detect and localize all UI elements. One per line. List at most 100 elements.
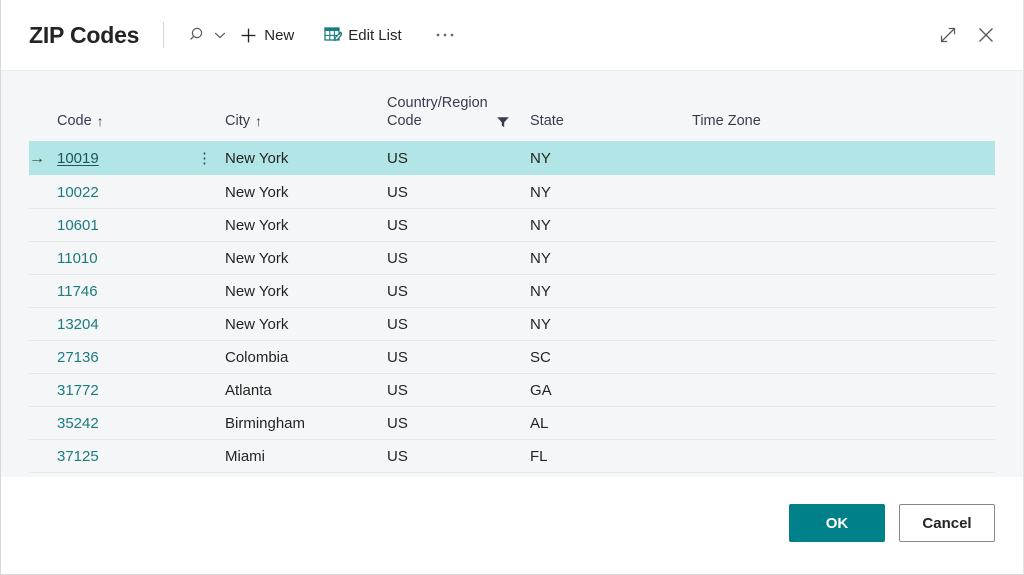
- code-link[interactable]: 13204: [57, 316, 99, 333]
- cell-state[interactable]: NY: [530, 184, 692, 201]
- cell-city[interactable]: New York: [225, 250, 387, 267]
- cell-code[interactable]: 37125: [57, 448, 197, 465]
- column-header-city-label: City: [225, 113, 250, 130]
- cell-state[interactable]: SC: [530, 349, 692, 366]
- cell-country-region-code[interactable]: US: [387, 316, 530, 333]
- country-region-code-value: US: [387, 282, 408, 300]
- more-options-button[interactable]: [423, 18, 467, 52]
- country-region-code-value: US: [387, 381, 408, 399]
- table-row[interactable]: 13204 New York US NY: [29, 307, 995, 340]
- table-row[interactable]: 31772 Atlanta US GA: [29, 373, 995, 406]
- code-link[interactable]: 11010: [57, 250, 98, 267]
- cell-code[interactable]: 31772: [57, 382, 197, 399]
- code-link[interactable]: 27136: [57, 349, 99, 366]
- country-region-code-value: US: [387, 216, 408, 234]
- dialog-titlebar: ZIP Codes New Edit List: [1, 0, 1023, 70]
- sort-ascending-icon: ↑: [96, 113, 104, 130]
- dialog-footer: OK Cancel: [1, 486, 1023, 574]
- cell-city[interactable]: Colombia: [225, 349, 387, 366]
- cell-state[interactable]: GA: [530, 382, 692, 399]
- cell-code[interactable]: 27136: [57, 349, 197, 366]
- column-header-time-zone[interactable]: Time Zone: [692, 112, 995, 141]
- column-header-state[interactable]: State: [530, 112, 692, 141]
- ok-button[interactable]: OK: [789, 504, 885, 542]
- cell-state[interactable]: NY: [530, 316, 692, 333]
- cell-city[interactable]: New York: [225, 184, 387, 201]
- cell-state[interactable]: NY: [530, 150, 692, 167]
- cell-city[interactable]: New York: [225, 283, 387, 300]
- grid-bottom-clip: [1, 477, 1023, 486]
- table-row[interactable]: 11010 New York US NY: [29, 241, 995, 274]
- cell-country-region-code[interactable]: US: [387, 250, 530, 267]
- cell-state[interactable]: NY: [530, 217, 692, 234]
- sort-ascending-icon: ↑: [254, 113, 262, 130]
- cell-code[interactable]: 35242: [57, 415, 197, 432]
- edit-list-button[interactable]: Edit List: [317, 18, 408, 52]
- ellipsis-vertical-icon[interactable]: ⋮: [197, 150, 212, 167]
- search-icon: [186, 25, 206, 45]
- new-button-label: New: [264, 26, 295, 44]
- cell-country-region-code[interactable]: US: [387, 448, 530, 465]
- search-button[interactable]: [182, 18, 232, 52]
- code-link[interactable]: 37125: [57, 448, 99, 465]
- column-header-code[interactable]: Code ↑: [57, 112, 197, 141]
- country-region-code-value: US: [387, 249, 408, 267]
- expand-diagonal-icon: [937, 24, 959, 46]
- table-row[interactable]: 10022 New York US NY: [29, 175, 995, 208]
- code-link[interactable]: 10022: [57, 184, 99, 201]
- zip-codes-grid: Code ↑ City ↑ Country/Region Code State …: [1, 71, 1023, 486]
- country-region-code-value: US: [387, 414, 408, 432]
- new-button[interactable]: New: [232, 18, 301, 52]
- cell-city[interactable]: Atlanta: [225, 382, 387, 399]
- filter-icon[interactable]: [496, 115, 510, 131]
- cell-code[interactable]: 13204: [57, 316, 197, 333]
- cell-country-region-code[interactable]: US: [387, 349, 530, 366]
- cell-country-region-code[interactable]: US: [387, 382, 530, 399]
- cell-state[interactable]: FL: [530, 448, 692, 465]
- column-header-country-region-code[interactable]: Country/Region Code: [387, 94, 530, 141]
- cell-country-region-code[interactable]: US: [387, 184, 530, 201]
- cell-code[interactable]: 11746: [57, 283, 197, 300]
- grid-body: → 10019 ⋮ New York US NY 10022 New York US NY 1060…: [1, 141, 1023, 486]
- page-title: ZIP Codes: [29, 21, 140, 48]
- cell-city[interactable]: Miami: [225, 448, 387, 465]
- close-button[interactable]: [967, 16, 1005, 54]
- cell-code[interactable]: 10019: [57, 150, 197, 167]
- code-link[interactable]: 31772: [57, 382, 99, 399]
- table-row[interactable]: 11746 New York US NY: [29, 274, 995, 307]
- cell-country-region-code[interactable]: US: [387, 283, 530, 300]
- cell-country-region-code[interactable]: US: [387, 217, 530, 234]
- code-link[interactable]: 11746: [57, 283, 98, 300]
- column-header-state-label: State: [530, 113, 564, 130]
- column-header-city[interactable]: City ↑: [225, 112, 387, 141]
- cell-city[interactable]: New York: [225, 217, 387, 234]
- table-row[interactable]: → 10019 ⋮ New York US NY: [29, 141, 995, 175]
- code-link[interactable]: 10019: [57, 150, 99, 167]
- cell-country-region-code[interactable]: US: [387, 150, 530, 167]
- table-row[interactable]: 10601 New York US NY: [29, 208, 995, 241]
- cancel-button[interactable]: Cancel: [899, 504, 995, 542]
- edit-list-icon: [324, 26, 343, 44]
- cell-state[interactable]: NY: [530, 283, 692, 300]
- country-region-code-value: US: [387, 315, 408, 333]
- cell-state[interactable]: AL: [530, 415, 692, 432]
- cell-city[interactable]: New York: [225, 316, 387, 333]
- table-row[interactable]: 27136 Colombia US SC: [29, 340, 995, 373]
- header-row-menu-spacer: [197, 131, 225, 141]
- row-menu-button[interactable]: ⋮: [197, 150, 225, 167]
- code-link[interactable]: 10601: [57, 217, 99, 234]
- cell-country-region-code[interactable]: US: [387, 415, 530, 432]
- cell-code[interactable]: 10601: [57, 217, 197, 234]
- column-header-time-zone-label: Time Zone: [692, 113, 761, 130]
- table-row[interactable]: 37125 Miami US FL: [29, 439, 995, 472]
- cell-city[interactable]: New York: [225, 150, 387, 167]
- table-row[interactable]: 35242 Birmingham US AL: [29, 406, 995, 439]
- cell-code[interactable]: 11010: [57, 250, 197, 267]
- expand-button[interactable]: [929, 16, 967, 54]
- code-link[interactable]: 35242: [57, 415, 99, 432]
- search-chevron-down-icon[interactable]: [212, 27, 228, 43]
- cell-state[interactable]: NY: [530, 250, 692, 267]
- edit-list-button-label: Edit List: [348, 26, 402, 44]
- cell-city[interactable]: Birmingham: [225, 415, 387, 432]
- cell-code[interactable]: 10022: [57, 184, 197, 201]
